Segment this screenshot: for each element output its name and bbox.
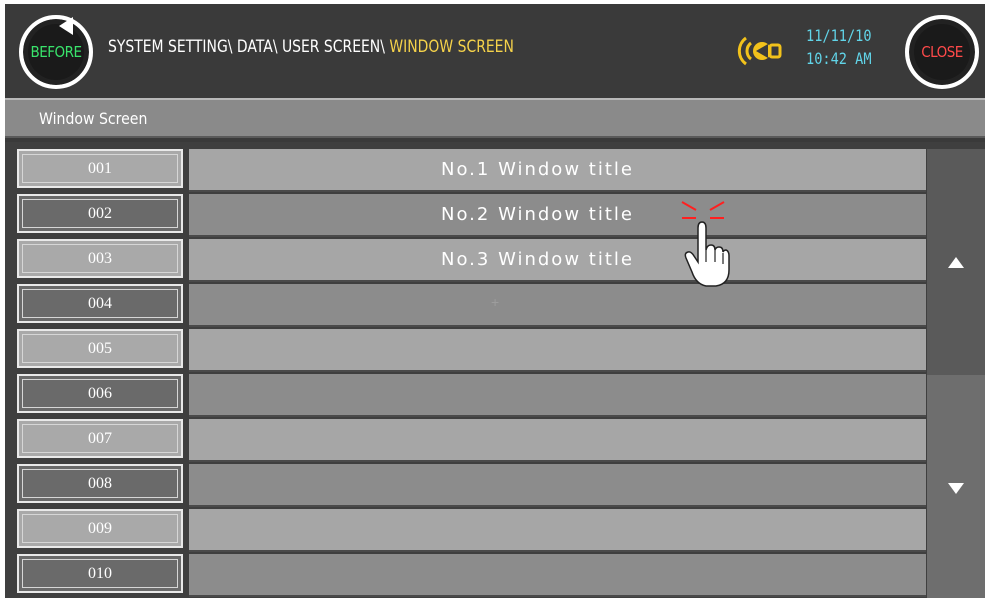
triangle-up-icon xyxy=(948,256,964,268)
window-row-title: No.2 Window title xyxy=(441,204,634,225)
back-arrow-icon xyxy=(59,17,73,35)
number-button-009[interactable]: 009 xyxy=(17,509,183,548)
window-row-1[interactable]: No.1 Window title xyxy=(189,149,926,192)
window-row-9[interactable] xyxy=(189,509,926,552)
window-row-title: No.1 Window title xyxy=(441,159,634,180)
window-list-panel: 001 002 003 004 005 006 007 008 009 010 … xyxy=(5,142,985,598)
crosshair-cursor-icon: + xyxy=(491,294,500,310)
window-row-4[interactable] xyxy=(189,284,926,327)
window-row-2[interactable]: No.2 Window title xyxy=(189,194,926,237)
ringing-bell-icon xyxy=(737,36,782,66)
datetime: 11/11/10 10:42 AM xyxy=(806,24,878,70)
window-title-bar: Window Screen xyxy=(5,98,985,138)
tap-hand-cursor-icon xyxy=(681,201,730,287)
close-button-label: CLOSE xyxy=(921,43,963,61)
number-button-002[interactable]: 002 xyxy=(17,194,183,233)
window-row-5[interactable] xyxy=(189,329,926,372)
breadcrumb-path: SYSTEM SETTING\ DATA\ USER SCREEN\ xyxy=(108,37,390,57)
header-bar: BEFORE SYSTEM SETTING\ DATA\ USER SCREEN… xyxy=(5,4,985,97)
date-display: 11/11/10 xyxy=(806,26,872,45)
number-button-010[interactable]: 010 xyxy=(17,554,183,593)
number-button-005[interactable]: 005 xyxy=(17,329,183,368)
number-button-008[interactable]: 008 xyxy=(17,464,183,503)
scroll-up-button[interactable] xyxy=(927,149,985,375)
breadcrumb: SYSTEM SETTING\ DATA\ USER SCREEN\ WINDO… xyxy=(108,37,514,57)
close-button[interactable]: CLOSE xyxy=(905,15,979,89)
scroll-down-button[interactable] xyxy=(927,375,985,598)
scrollbar xyxy=(927,149,985,598)
hmi-screen: BEFORE SYSTEM SETTING\ DATA\ USER SCREEN… xyxy=(5,4,985,598)
window-row-title: No.3 Window title xyxy=(441,249,634,270)
window-row-7[interactable] xyxy=(189,419,926,462)
triangle-down-icon xyxy=(948,482,964,494)
window-row-10[interactable] xyxy=(189,554,926,597)
window-title: Window Screen xyxy=(39,109,148,128)
number-button-006[interactable]: 006 xyxy=(17,374,183,413)
window-row-6[interactable] xyxy=(189,374,926,417)
number-button-001[interactable]: 001 xyxy=(17,149,183,188)
number-button-004[interactable]: 004 xyxy=(17,284,183,323)
window-row-8[interactable] xyxy=(189,464,926,507)
number-button-003[interactable]: 003 xyxy=(17,239,183,278)
before-button-label: BEFORE xyxy=(30,43,82,61)
time-display: 10:42 AM xyxy=(806,49,872,68)
before-button[interactable]: BEFORE xyxy=(19,15,93,89)
window-row-3[interactable]: No.3 Window title xyxy=(189,239,926,282)
breadcrumb-current: WINDOW SCREEN xyxy=(389,37,514,57)
number-button-007[interactable]: 007 xyxy=(17,419,183,458)
